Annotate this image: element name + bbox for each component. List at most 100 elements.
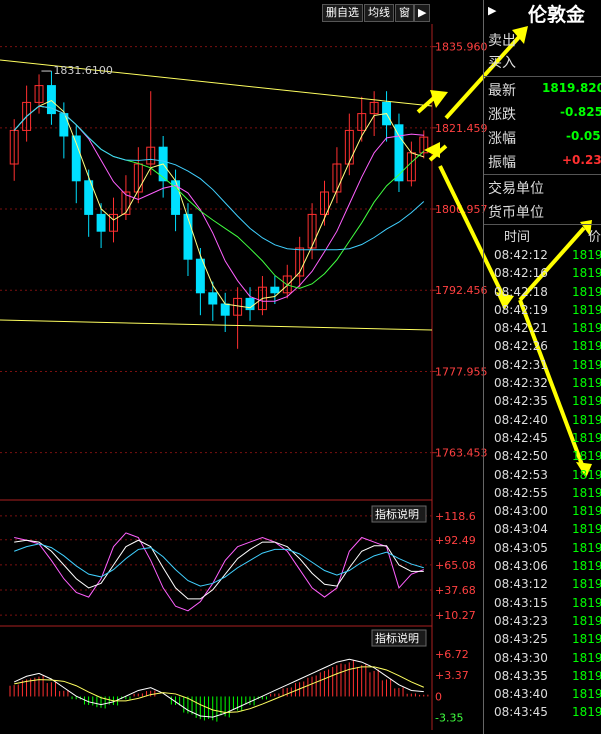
candle-body	[208, 292, 218, 305]
macd-dif-line	[13, 658, 424, 718]
ind2-tick-label: -3.35	[435, 712, 463, 725]
tick-time: 08:42:21	[494, 321, 548, 336]
tick-time: 08:43:45	[494, 705, 548, 720]
delete-watchlist-button[interactable]: 删自选	[322, 4, 363, 22]
tick-price: 1819	[572, 522, 601, 537]
indicator-help-button[interactable]: 指标说明	[375, 507, 419, 521]
tick-row: 08:42:18 1819	[484, 285, 601, 303]
side-panel: ▶ 伦敦金 卖出 买入 最新 1819.820 涨跌 -0.825 涨幅 -0.…	[483, 0, 601, 734]
tick-list: 08:42:12 1819 08:42:16 1819 08:42:18 1819 08:4…	[484, 248, 601, 724]
tick-price: 1819	[572, 449, 601, 464]
tick-row: 08:42:40 1819	[484, 413, 601, 431]
tick-price: 1819	[572, 394, 601, 409]
ind1-series-0	[14, 532, 424, 612]
macd-dea-line	[14, 666, 424, 713]
tick-price: 1819	[572, 650, 601, 665]
axis-labels: 1835.9601821.4591806.9571792.4561777.955…	[41, 41, 488, 725]
tick-price: 1819	[572, 412, 601, 427]
sell-label: 卖出	[488, 33, 516, 49]
tick-price: 1819	[572, 632, 601, 647]
amp-value: +0.23	[562, 153, 601, 167]
pct-value: -0.05	[566, 129, 601, 143]
tick-time: 08:43:06	[494, 559, 548, 574]
change-value: -0.825	[560, 105, 601, 119]
window-button[interactable]: 窗	[395, 4, 414, 22]
play-icon[interactable]: ▶	[414, 4, 431, 22]
ind1-tick-label: +10.27	[435, 609, 476, 622]
tick-price: 1819	[572, 321, 601, 336]
tick-time: 08:42:55	[494, 485, 548, 500]
price-tick-label: 1777.955	[435, 365, 488, 378]
candle-body	[183, 213, 193, 260]
tick-price: 1819	[572, 705, 601, 720]
tick-time: 08:43:12	[494, 577, 548, 592]
indicator-help-button[interactable]: 指标说明	[375, 631, 419, 645]
indicator-1-lines	[14, 532, 424, 612]
ma-line-3	[13, 99, 424, 309]
tick-row: 08:43:25 1819	[484, 632, 601, 650]
peak-label: 1831.6100	[53, 64, 113, 77]
tick-time: 08:42:31	[494, 357, 548, 372]
tick-row: 08:43:15 1819	[484, 596, 601, 614]
trendline-lower	[0, 319, 433, 331]
candle-body	[96, 213, 106, 232]
candle-body	[220, 303, 230, 316]
tick-row: 08:43:05 1819	[484, 541, 601, 559]
ind1-tick-label: +37.68	[435, 584, 476, 597]
tick-price: 1819	[572, 430, 601, 445]
tick-row: 08:42:19 1819	[484, 303, 601, 321]
tick-row: 08:43:40 1819	[484, 687, 601, 705]
tick-row: 08:42:32 1819	[484, 376, 601, 394]
tick-row: 08:43:30 1819	[484, 651, 601, 669]
tick-price: 1819	[572, 339, 601, 354]
candle-body	[270, 286, 280, 294]
tick-price: 1819	[572, 504, 601, 519]
tick-time: 08:42:50	[494, 449, 548, 464]
tick-row: 08:42:35 1819	[484, 394, 601, 412]
tick-time: 08:43:23	[494, 613, 548, 628]
tick-price: 1819	[572, 577, 601, 592]
candle-body	[59, 113, 69, 137]
tick-price: 1819	[572, 302, 601, 317]
tick-time: 08:43:15	[494, 595, 548, 610]
moving-averages	[0, 59, 433, 331]
tick-price: 1819	[572, 668, 601, 683]
tick-time: 08:42:35	[494, 394, 548, 409]
tick-time: 08:43:05	[494, 540, 548, 555]
tick-time: 08:43:35	[494, 668, 548, 683]
tick-price: 1819	[572, 540, 601, 555]
tick-time: 08:42:45	[494, 430, 548, 445]
ind2-tick-label: +6.72	[435, 648, 469, 661]
tick-row: 08:42:50 1819	[484, 449, 601, 467]
indicator-2-bars	[9, 658, 429, 722]
latest-label: 最新	[488, 83, 516, 99]
ind2-tick-label: 0	[435, 690, 442, 703]
tick-row: 08:42:26 1819	[484, 339, 601, 357]
tick-price: 1819	[572, 248, 601, 262]
currency-unit-label: 货币单位	[488, 205, 544, 221]
tick-time: 08:43:30	[494, 650, 548, 665]
panel-play-icon[interactable]: ▶	[488, 4, 496, 17]
ind2-tick-label: +3.37	[435, 669, 469, 682]
tick-price: 1819	[572, 595, 601, 610]
tick-row: 08:42:12 1819	[484, 248, 601, 266]
tick-time: 08:43:25	[494, 632, 548, 647]
ma-line-button[interactable]: 均线	[364, 4, 394, 22]
trade-unit-label: 交易单位	[488, 181, 544, 197]
price-tick-label: 1821.459	[435, 122, 488, 135]
tick-price: 1819	[572, 559, 601, 574]
amp-label: 振幅	[488, 155, 516, 171]
tick-row: 08:42:45 1819	[484, 431, 601, 449]
tick-time: 08:42:12	[494, 248, 548, 262]
tick-price: 1819	[572, 266, 601, 281]
latest-value: 1819.820	[542, 81, 601, 95]
tick-time: 08:42:16	[494, 266, 548, 281]
tick-time: 08:42:18	[494, 284, 548, 299]
ind1-tick-label: +65.08	[435, 559, 476, 572]
tick-time: 08:43:40	[494, 687, 548, 702]
ma-line-10	[13, 105, 425, 289]
pct-label: 涨幅	[488, 131, 516, 147]
tick-row: 08:42:53 1819	[484, 468, 601, 486]
ind1-tick-label: +118.6	[435, 510, 476, 523]
tick-row: 08:42:31 1819	[484, 358, 601, 376]
